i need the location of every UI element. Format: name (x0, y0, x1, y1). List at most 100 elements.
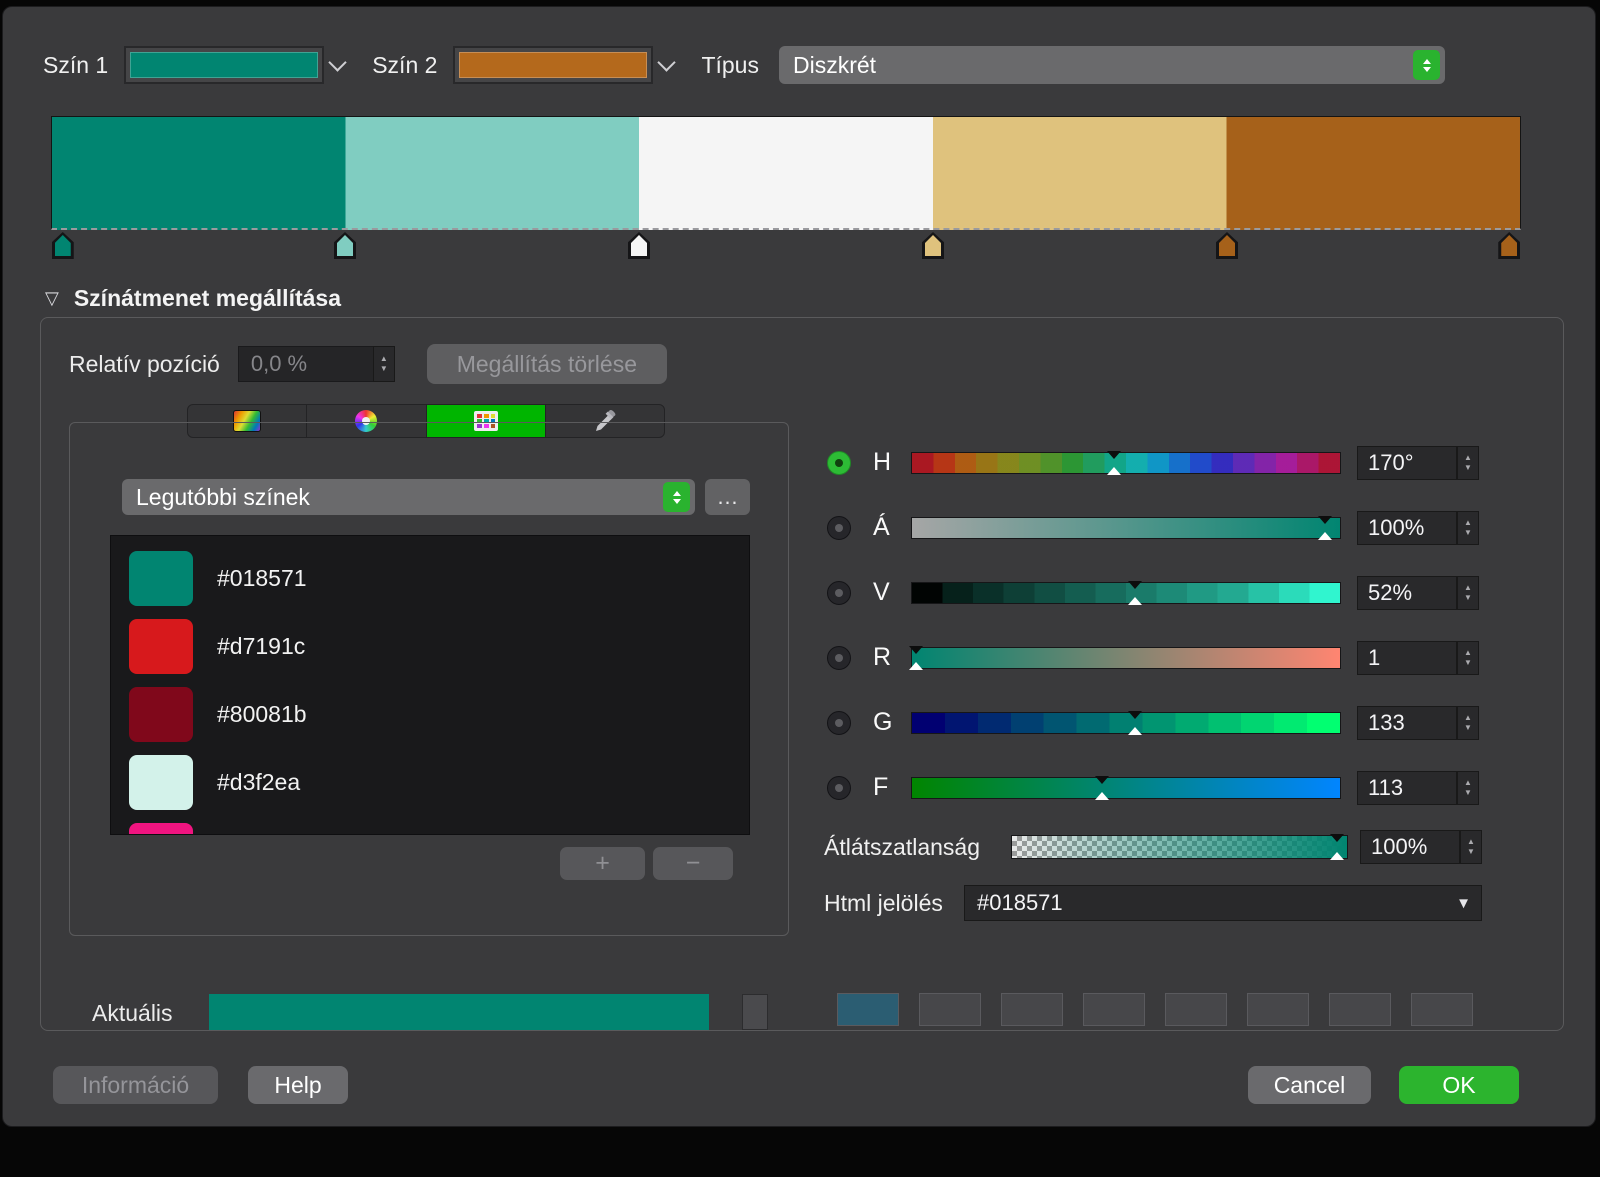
relative-position-stepper[interactable]: ▲ ▼ (373, 346, 395, 382)
help-button[interactable]: Help (248, 1066, 348, 1104)
channel-key: H (873, 448, 905, 477)
saturation-stepper[interactable]: ▲▼ (1457, 511, 1479, 545)
stop-color (1501, 235, 1517, 256)
section-title: Színátmenet megállítása (74, 285, 341, 312)
red-stepper[interactable]: ▲▼ (1457, 641, 1479, 675)
opacity-value-input[interactable]: 100% (1360, 830, 1460, 864)
palette-swatch[interactable] (1083, 993, 1145, 1026)
stepper-down-icon: ▼ (1464, 724, 1472, 732)
color-hex-label: #d7191c (217, 633, 305, 660)
color1-swatch (130, 52, 318, 78)
color1-dropdown[interactable] (124, 46, 324, 84)
html-hex-input[interactable]: #018571 ▼ (964, 885, 1482, 921)
color-list-item[interactable]: #d7191c (111, 612, 749, 680)
relative-position-input[interactable]: 0,0 % (238, 346, 373, 382)
radio-saturation[interactable] (827, 516, 851, 540)
channel-row-blue: F 113 ▲▼ (827, 755, 1483, 820)
current-color-row: Aktuális (92, 994, 768, 1031)
green-stepper[interactable]: ▲▼ (1457, 706, 1479, 740)
hue-value-input[interactable]: 170° (1357, 446, 1457, 480)
recent-colors-select[interactable]: Legutóbbi színek (122, 479, 695, 515)
color-list-item[interactable] (111, 816, 749, 835)
color-swatch (129, 619, 193, 674)
palette-swatch-row (837, 993, 1473, 1026)
stop-color (631, 235, 647, 256)
gradient-stop[interactable] (334, 232, 356, 259)
palette-swatch[interactable] (1411, 993, 1473, 1026)
color-hex-label: #80081b (217, 701, 307, 728)
color-list-item[interactable]: #d3f2ea (111, 748, 749, 816)
dropdown-arrow-icon: ▼ (1456, 895, 1471, 912)
add-color-button[interactable]: + (560, 847, 645, 880)
gradient-stop[interactable] (922, 232, 944, 259)
channel-row-green: G 133 ▲▼ (827, 690, 1483, 755)
hue-slider[interactable] (911, 452, 1341, 474)
color-list-item[interactable]: #80081b (111, 680, 749, 748)
delete-stop-button[interactable]: Megállítás törlése (427, 344, 667, 384)
gradient-stop[interactable] (52, 232, 74, 259)
stepper-down-icon: ▼ (1467, 848, 1475, 856)
red-value-input[interactable]: 1 (1357, 641, 1457, 675)
opacity-stepper[interactable]: ▲▼ (1460, 830, 1482, 864)
info-button[interactable]: Információ (53, 1066, 218, 1104)
color-hex-label: #018571 (217, 565, 307, 592)
radio-hue[interactable] (827, 451, 851, 475)
red-slider[interactable] (911, 647, 1341, 669)
gradient-editor-dialog: Szín 1 Szín 2 Típus Diszkrét ▽ Színátm (2, 6, 1596, 1127)
opacity-slider[interactable] (1011, 835, 1348, 859)
disclosure-triangle-icon[interactable]: ▽ (45, 288, 59, 309)
value-stepper[interactable]: ▲▼ (1457, 576, 1479, 610)
channel-key: G (873, 708, 905, 737)
color-list-item[interactable]: #018571 (111, 544, 749, 612)
stepper-up-icon: ▲ (380, 355, 388, 363)
current-color-label: Aktuális (92, 1000, 176, 1027)
blue-value-input[interactable]: 113 (1357, 771, 1457, 805)
radio-green[interactable] (827, 711, 851, 735)
gradient-stop[interactable] (1498, 232, 1520, 259)
html-notation-row: Html jelölés #018571 ▼ (824, 885, 1482, 921)
gradient-stop-track (51, 232, 1521, 262)
current-color-preview (209, 994, 709, 1031)
palette-swatch[interactable] (1001, 993, 1063, 1026)
palette-swatch[interactable] (1165, 993, 1227, 1026)
saturation-slider[interactable] (911, 517, 1341, 539)
value-slider[interactable] (911, 582, 1341, 604)
radio-red[interactable] (827, 646, 851, 670)
relative-position-value: 0,0 % (239, 351, 307, 377)
value-value-input[interactable]: 52% (1357, 576, 1457, 610)
more-palettes-button[interactable]: … (705, 479, 750, 515)
stepper-down-icon: ▼ (1464, 659, 1472, 667)
hue-stepper[interactable]: ▲▼ (1457, 446, 1479, 480)
saturation-value-input[interactable]: 100% (1357, 511, 1457, 545)
stepper-up-icon: ▲ (1464, 454, 1472, 462)
stepper-up-icon: ▲ (1464, 779, 1472, 787)
recent-colors-list: #018571 #d7191c #80081b #d3f2ea (110, 535, 750, 835)
radio-blue[interactable] (827, 776, 851, 800)
header-row: Szín 1 Szín 2 Típus Diszkrét (43, 43, 1445, 87)
cancel-button[interactable]: Cancel (1248, 1066, 1371, 1104)
palette-swatch[interactable] (919, 993, 981, 1026)
channel-sliders: H 170° ▲▼ Á 100% ▲▼ V (827, 430, 1483, 820)
gradient-stop[interactable] (628, 232, 650, 259)
opacity-label: Átlátszatlanság (824, 834, 980, 861)
green-slider[interactable] (911, 712, 1341, 734)
blue-slider[interactable] (911, 777, 1341, 799)
blue-stepper[interactable]: ▲▼ (1457, 771, 1479, 805)
stop-color (55, 235, 71, 256)
stop-color (337, 235, 353, 256)
color-swatch (129, 823, 193, 836)
stepper-up-icon: ▲ (1464, 649, 1472, 657)
remove-color-button[interactable]: − (653, 847, 733, 880)
palette-swatch[interactable] (837, 993, 899, 1026)
channel-row-hue: H 170° ▲▼ (827, 430, 1483, 495)
ok-button[interactable]: OK (1399, 1066, 1519, 1104)
color-swatch (129, 755, 193, 810)
gradient-stop[interactable] (1216, 232, 1238, 259)
radio-value[interactable] (827, 581, 851, 605)
palette-swatch[interactable] (1247, 993, 1309, 1026)
green-value-input[interactable]: 133 (1357, 706, 1457, 740)
html-hex-value: #018571 (977, 890, 1456, 916)
type-select[interactable]: Diszkrét (779, 46, 1445, 84)
palette-swatch[interactable] (1329, 993, 1391, 1026)
color2-dropdown[interactable] (453, 46, 653, 84)
